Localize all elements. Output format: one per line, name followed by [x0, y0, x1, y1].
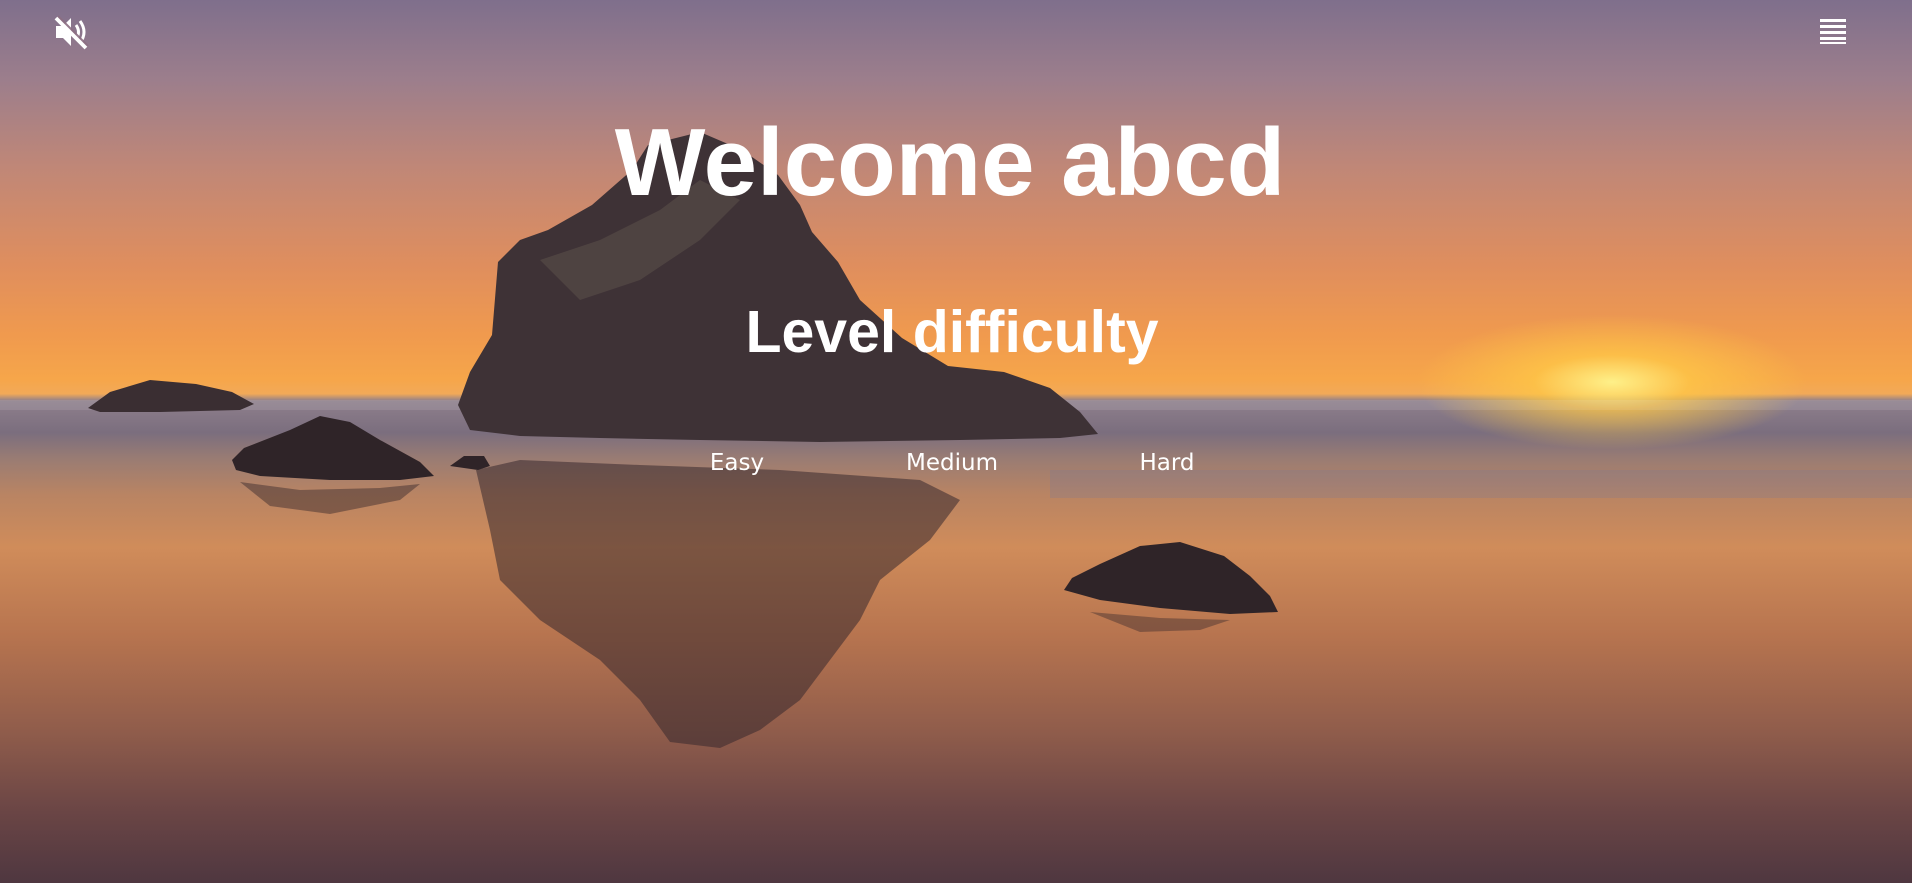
- speaker-muted-icon: [54, 15, 89, 50]
- menu-button[interactable]: [1816, 16, 1848, 46]
- hard-level-button[interactable]: Hard: [1139, 445, 1194, 481]
- welcome-title: Welcome abcd: [614, 109, 1286, 216]
- hamburger-menu-icon: [1820, 19, 1846, 44]
- distant-rock: [88, 380, 254, 412]
- rock-reflection: [476, 460, 960, 748]
- difficulty-options: Easy Medium Hard: [0, 445, 1912, 481]
- medium-level-button[interactable]: Medium: [906, 445, 998, 481]
- beach-rock: [1064, 542, 1278, 614]
- easy-level-button[interactable]: Easy: [710, 445, 764, 481]
- level-difficulty-heading: Level difficulty: [745, 299, 1159, 365]
- mute-sound-button[interactable]: [52, 14, 92, 50]
